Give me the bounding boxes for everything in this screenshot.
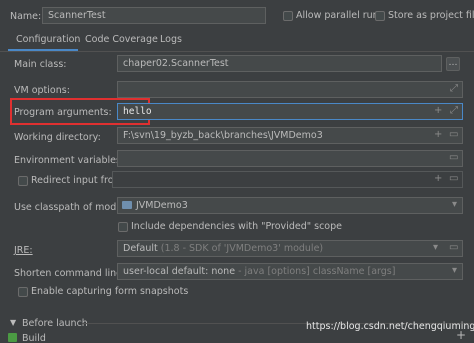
capture-snapshots-checkbox[interactable] <box>18 287 28 297</box>
expand-program-arguments-icon[interactable]: ⤢ <box>450 105 458 117</box>
main-class-label: Main class: <box>14 59 67 70</box>
environment-variables-label: Environment variables: <box>14 155 125 166</box>
browse-main-class-button[interactable]: … <box>446 57 460 71</box>
add-redirect-icon[interactable]: + <box>434 173 442 185</box>
build-icon <box>8 333 17 342</box>
environment-variables-input[interactable] <box>117 150 463 167</box>
shorten-command-line-label: Shorten command line: <box>14 268 126 279</box>
shorten-dropdown-chevron-icon[interactable]: ▾ <box>452 265 457 277</box>
tab-logs-label: Logs <box>160 34 182 45</box>
jre-hint: (1.8 - SDK of 'JVMDemo3' module) <box>160 243 324 254</box>
shorten-command-line-value: user-local default: none <box>123 266 236 277</box>
jre-label-text: JRE: <box>14 245 33 256</box>
edit-environment-variables-icon[interactable]: ▭ <box>449 152 458 164</box>
shorten-command-line-select[interactable]: user-local default: none - java [options… <box>117 263 463 280</box>
watermark: https://blog.csdn.net/chengqiuming <box>306 321 474 332</box>
add-program-argument-icon[interactable]: + <box>434 105 442 117</box>
classpath-module-value: JVMDemo3 <box>136 200 188 211</box>
name-label: Name: <box>10 11 42 22</box>
name-input[interactable]: ScannerTest <box>42 7 266 24</box>
include-dependencies-label: Include dependencies with "Provided" sco… <box>131 221 342 232</box>
jre-browse-folder-icon[interactable]: ▭ <box>449 242 458 254</box>
tab-configuration-label: Configuration <box>16 34 81 45</box>
store-as-project-file-checkbox[interactable] <box>375 11 385 21</box>
shorten-command-line-hint: - java [options] className [args] <box>238 266 396 277</box>
vm-options-label: VM options: <box>14 85 70 96</box>
capture-snapshots-label: Enable capturing form snapshots <box>31 286 189 297</box>
tab-bar: Configuration Code Coverage Logs <box>0 30 474 51</box>
before-launch-label: Before launch <box>22 318 88 329</box>
module-folder-icon <box>122 201 132 209</box>
expand-vm-options-icon[interactable]: ⤢ <box>450 83 458 95</box>
classpath-module-select[interactable]: JVMDemo3 <box>117 197 463 214</box>
include-dependencies-checkbox[interactable] <box>118 222 128 232</box>
redirect-input-checkbox[interactable] <box>18 176 28 186</box>
jre-label: JRE: <box>14 245 33 256</box>
build-label: Build <box>22 333 46 343</box>
tab-code-coverage[interactable]: Code Coverage <box>85 30 158 51</box>
allow-parallel-run-label: Allow parallel run <box>296 10 379 21</box>
program-arguments-label: Program arguments: <box>14 107 112 118</box>
jre-select[interactable]: Default (1.8 - SDK of 'JVMDemo3' module) <box>117 240 463 257</box>
tab-divider <box>0 51 474 52</box>
working-directory-label: Working directory: <box>14 132 101 143</box>
tab-logs[interactable]: Logs <box>160 30 182 51</box>
main-class-input[interactable]: chaper02.ScannerTest <box>117 55 442 72</box>
classpath-dropdown-chevron-icon[interactable]: ▾ <box>452 199 457 211</box>
browse-redirect-icon[interactable]: ▭ <box>449 173 458 185</box>
add-macro-icon[interactable]: + <box>434 129 442 141</box>
allow-parallel-run-checkbox[interactable] <box>283 11 293 21</box>
tab-configuration[interactable]: Configuration <box>8 30 81 51</box>
classpath-module-label: Use classpath of module: <box>14 202 134 213</box>
browse-folder-icon[interactable]: ▭ <box>449 129 458 141</box>
store-as-project-file-label: Store as project file <box>388 10 474 21</box>
tab-code-coverage-label: Code Coverage <box>85 34 158 45</box>
program-arguments-input[interactable]: hello <box>117 103 463 120</box>
vm-options-input[interactable] <box>117 81 463 98</box>
redirect-input-field[interactable] <box>112 171 463 188</box>
jre-value: Default <box>123 243 158 254</box>
jre-dropdown-chevron-icon[interactable]: ▾ <box>433 242 438 254</box>
before-launch-collapse-icon[interactable]: ▼ <box>10 318 16 327</box>
working-directory-input[interactable]: F:\svn\19_byzb_back\branches\JVMDemo3 <box>117 127 463 144</box>
